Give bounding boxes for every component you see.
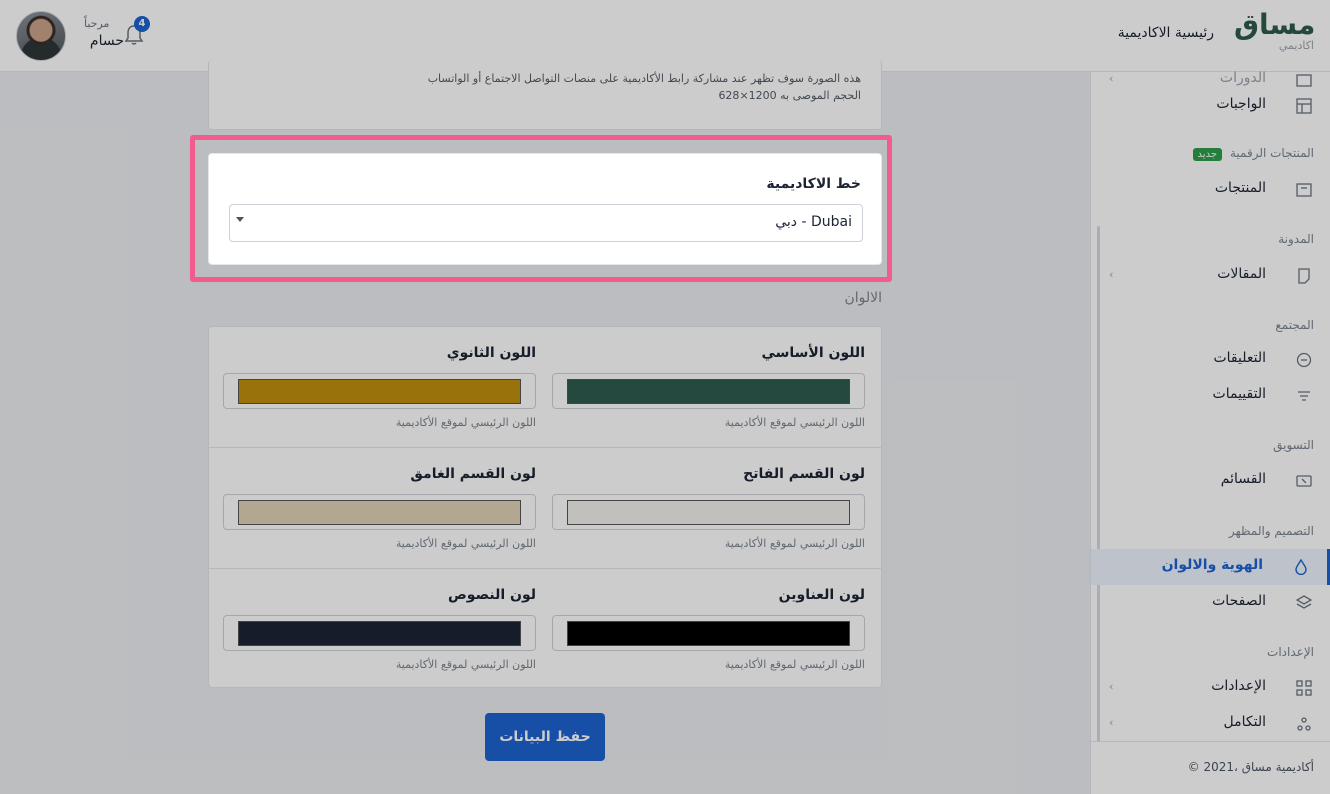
- sidebar-item-label: المنتجات: [1214, 180, 1266, 196]
- section-marketing: التسويق: [1273, 438, 1314, 452]
- colors-section-title: الالوان: [844, 290, 882, 306]
- sidebar-item-settings[interactable]: الإعدادات ‹: [1091, 670, 1330, 706]
- font-card: خط الاكاديمية دبي - Dubai: [208, 153, 882, 265]
- sidebar-item-label: التكامل: [1223, 714, 1266, 730]
- sidebar-item-pages[interactable]: الصفحات: [1091, 585, 1330, 621]
- copyright: © 2021، أكاديمية مساق: [1187, 760, 1314, 774]
- reviews-icon: [1298, 391, 1310, 401]
- sidebar-divider: [1091, 741, 1330, 742]
- light-section-color-swatch: [567, 500, 850, 525]
- sidebar-item-label: الهوية والالوان: [1161, 557, 1263, 573]
- sidebar-item-integration[interactable]: التكامل ‹: [1091, 706, 1330, 742]
- dark-section-color-picker[interactable]: [223, 494, 536, 530]
- text-color-picker[interactable]: [223, 615, 536, 651]
- note-icon: [1298, 268, 1310, 284]
- text-color-hint: اللون الرئيسي لموقع الأكاديمية: [395, 658, 536, 671]
- secondary-color-label: اللون الثانوي: [446, 345, 536, 361]
- text-color-label: لون النصوص: [447, 587, 536, 603]
- text-color-swatch: [238, 621, 521, 646]
- layers-icon: [1296, 595, 1312, 609]
- dark-section-color-hint: اللون الرئيسي لموقع الأكاديمية: [395, 537, 536, 550]
- save-button[interactable]: حفظ البيانات: [485, 713, 605, 761]
- section-digital-products: المنتجات الرقمية: [1229, 146, 1314, 160]
- share-image-card: هذه الصورة سوف تظهر عند مشاركة رابط الأك…: [208, 60, 882, 130]
- caret-down-icon: [236, 217, 244, 222]
- notification-badge: 4: [134, 16, 150, 32]
- primary-color-label: اللون الأساسي: [761, 345, 865, 361]
- colors-card: اللون الأساسي اللون الرئيسي لموقع الأكاد…: [208, 326, 882, 688]
- avatar[interactable]: [16, 11, 66, 61]
- user-name: حسام: [89, 33, 124, 49]
- row-divider: [209, 447, 881, 448]
- sidebar-item-label: الواجبات: [1216, 96, 1266, 112]
- brand-logo[interactable]: مساق اكاديمي: [1234, 8, 1316, 60]
- light-section-color-picker[interactable]: [552, 494, 865, 530]
- section-design: التصميم والمظهر: [1228, 524, 1314, 538]
- sidebar-item-label: الصفحات: [1212, 593, 1266, 609]
- sidebar-item-assignments[interactable]: الواجبات: [1091, 88, 1330, 124]
- light-section-color-hint: اللون الرئيسي لموقع الأكاديمية: [724, 537, 865, 550]
- chevron-left-icon: ‹: [1109, 268, 1114, 281]
- primary-color-hint: اللون الرئيسي لموقع الأكاديمية: [724, 416, 865, 429]
- sidebar-item-products[interactable]: المنتجات: [1091, 172, 1330, 208]
- headings-color-label: لون العناوين: [778, 587, 865, 603]
- courses-icon: [1296, 74, 1312, 87]
- dark-section-color-swatch: [238, 500, 521, 525]
- chevron-left-icon: ‹: [1109, 72, 1114, 85]
- chevron-left-icon: ‹: [1109, 716, 1114, 729]
- sidebar-item-label: الإعدادات: [1211, 678, 1266, 694]
- sidebar-item-label: التقييمات: [1212, 386, 1266, 402]
- droplet-icon: [1295, 559, 1307, 575]
- sidebar-item-comments[interactable]: التعليقات: [1091, 342, 1330, 378]
- font-label: خط الاكاديمية: [766, 176, 861, 192]
- dark-section-color-label: لون القسم الغامق: [410, 466, 536, 482]
- light-section-color-label: لون القسم الفاتح: [743, 466, 865, 482]
- sidebar-item-label: المقالات: [1217, 266, 1266, 282]
- sidebar-item-label: الدورات: [1219, 70, 1266, 86]
- section-settings: الإعدادات: [1267, 645, 1314, 659]
- share-image-size-hint: الحجم الموصى به 1200×628: [718, 89, 861, 102]
- primary-color-swatch: [567, 379, 850, 404]
- greeting-text: مرحباً: [84, 17, 110, 30]
- integration-icon: [1297, 717, 1311, 731]
- section-community: المجتمع: [1275, 318, 1314, 332]
- box-icon: [1296, 183, 1312, 197]
- primary-color-picker[interactable]: [552, 373, 865, 409]
- assignments-icon: [1296, 98, 1312, 114]
- font-select-value: دبي - Dubai: [775, 214, 852, 230]
- section-blog: المدونة: [1278, 232, 1314, 246]
- ticket-icon: [1296, 475, 1312, 487]
- sidebar-item-label: القسائم: [1220, 471, 1266, 487]
- headings-color-hint: اللون الرئيسي لموقع الأكاديمية: [724, 658, 865, 671]
- sidebar-item-label: التعليقات: [1213, 350, 1266, 366]
- brand-name: مساق: [1234, 8, 1316, 41]
- share-image-hint: هذه الصورة سوف تظهر عند مشاركة رابط الأك…: [427, 72, 861, 85]
- headings-color-swatch: [567, 621, 850, 646]
- grid-icon: [1296, 680, 1312, 696]
- sidebar-item-reviews[interactable]: التقييمات: [1091, 378, 1330, 414]
- secondary-color-picker[interactable]: [223, 373, 536, 409]
- new-badge: جديد: [1192, 148, 1222, 161]
- secondary-color-hint: اللون الرئيسي لموقع الأكاديمية: [395, 416, 536, 429]
- row-divider: [209, 568, 881, 569]
- chevron-left-icon: ‹: [1109, 680, 1114, 693]
- sidebar: الدورات ‹ الواجبات المنتجات الرقمية جديد…: [1090, 70, 1330, 794]
- sidebar-item-coupons[interactable]: القسائم: [1091, 463, 1330, 499]
- headings-color-picker[interactable]: [552, 615, 865, 651]
- secondary-color-swatch: [238, 379, 521, 404]
- sidebar-item-articles[interactable]: المقالات ‹: [1091, 258, 1330, 294]
- academy-home-link[interactable]: رئيسية الاكاديمية: [1118, 25, 1214, 41]
- chat-icon: [1296, 352, 1312, 368]
- font-select[interactable]: دبي - Dubai: [229, 204, 863, 242]
- sidebar-item-identity-colors[interactable]: الهوية والالوان: [1091, 549, 1330, 585]
